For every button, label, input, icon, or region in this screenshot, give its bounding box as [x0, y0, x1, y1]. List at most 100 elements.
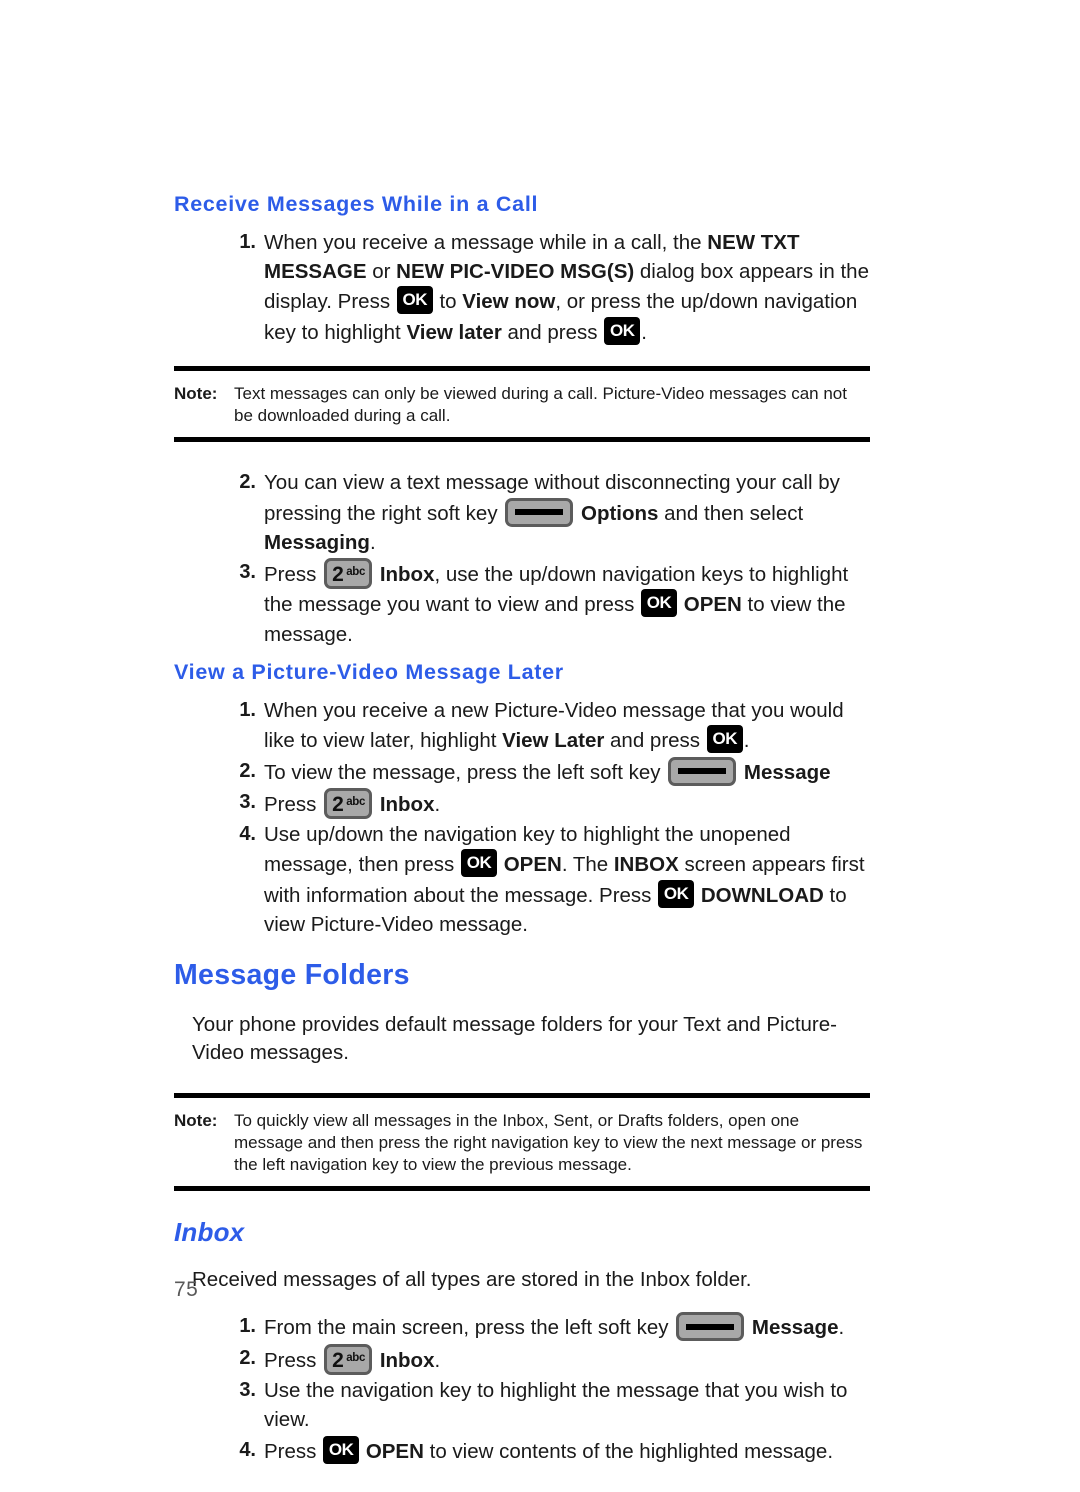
step-body: Press OK OPEN to view contents of the hi…: [264, 1435, 834, 1464]
step-body: To view the message, press the left soft…: [264, 756, 831, 786]
ok-key-label: OK: [609, 320, 635, 340]
ok-key-label: OK: [328, 1439, 354, 1459]
steps-receive-messages: 1. When you receive a message while in a …: [174, 228, 870, 347]
note-2: Note: To quickly view all messages in the…: [174, 1110, 870, 1176]
note-text: To quickly view all messages in the Inbo…: [234, 1110, 863, 1174]
ok-key-icon: OK: [323, 1435, 360, 1464]
section-heading-view-later: View a Picture-Video Message Later: [174, 660, 564, 685]
step-item: 3. Use the navigation key to highlight th…: [174, 1376, 870, 1435]
section-heading-inbox: Inbox: [174, 1217, 245, 1248]
note-block-1: Note: Text messages can only be viewed du…: [174, 371, 870, 437]
ok-key-icon: OK: [706, 725, 743, 754]
step-item: 3. Press 2 abc Inbox, use the up/down navi…: [174, 558, 870, 649]
step-number: 4.: [239, 1438, 256, 1461]
note-label: Note:: [174, 384, 218, 404]
step-text: and press: [501, 320, 604, 344]
step-text: Press: [264, 1439, 323, 1463]
step-text-emphasis: Message: [743, 760, 831, 784]
step-text-emphasis: INBOX: [613, 853, 679, 877]
soft-key-icon: [676, 1312, 745, 1342]
step-text: From the main screen, press the left sof…: [264, 1316, 675, 1340]
ok-key-icon: OK: [641, 589, 678, 618]
ok-key-icon: OK: [604, 316, 641, 345]
step-number: 1.: [239, 1315, 256, 1338]
step-number: 2.: [239, 1346, 256, 1369]
step-text-emphasis: View Later: [502, 729, 605, 753]
number-key-letters: abc: [346, 1351, 366, 1364]
step-text: Use the navigation key to highlight the …: [264, 1378, 848, 1432]
step-item: 4. Press OK OPEN to view contents of the …: [174, 1435, 870, 1466]
step-item: 4. Use up/down the navigation key to high…: [174, 820, 870, 939]
step-text: .: [743, 729, 750, 753]
step-body: When you receive a message while in a ca…: [264, 231, 869, 345]
step-number: 3.: [239, 1378, 256, 1401]
step-item: 2. Press 2 abc Inbox.: [174, 1343, 870, 1375]
number-key-digit: 2: [332, 792, 344, 816]
ok-key-label: OK: [466, 853, 492, 873]
ok-key-icon: OK: [658, 879, 695, 908]
soft-key-icon: [668, 756, 737, 786]
step-text-emphasis: OPEN: [683, 593, 742, 617]
page-number: 75: [174, 1278, 199, 1301]
soft-key-bar: [515, 509, 564, 516]
note-label: Note:: [174, 1110, 218, 1130]
section-heading-receive-messages: Receive Messages While in a Call: [174, 192, 539, 216]
step-text: .: [434, 792, 441, 816]
step-text-emphasis: Message: [751, 1316, 839, 1340]
paragraph-inbox: Received messages of all types are store…: [192, 1268, 752, 1292]
step-text: .: [434, 1348, 441, 1372]
step-number: 2.: [239, 759, 256, 782]
section-heading-message-folders: Message Folders: [174, 959, 410, 992]
step-text: Press: [264, 1348, 323, 1372]
step-text: to: [433, 290, 463, 314]
paragraph-message-folders: Your phone provides default message fold…: [192, 1012, 837, 1064]
soft-key-bar: [686, 1323, 735, 1330]
step-text: and then select: [658, 501, 804, 525]
step-body: From the main screen, press the left sof…: [264, 1312, 844, 1342]
step-item: 3. Press 2 abc Inbox.: [174, 787, 870, 819]
step-text-emphasis: OPEN: [503, 853, 562, 877]
ok-key-label: OK: [402, 290, 428, 310]
ok-key-icon: OK: [461, 849, 497, 878]
step-item: 2. You can view a text message without di…: [174, 468, 870, 557]
step-text: to view contents of the highlighted mess…: [423, 1439, 834, 1463]
steps-inbox: 1. From the main screen, press the left s…: [174, 1312, 870, 1466]
note-text: Text messages can only be viewed during …: [234, 384, 847, 426]
step-text: . The: [561, 853, 614, 877]
step-number: 1.: [239, 230, 256, 253]
number-key-digit: 2: [332, 563, 344, 587]
step-body: Use up/down the navigation key to highli…: [264, 823, 865, 936]
step-text-emphasis: NEW PIC-VIDEO MSG(S): [396, 260, 635, 284]
step-text: To view the message, press the left soft…: [264, 760, 667, 784]
step-item: 1. When you receive a new Picture-Video m…: [174, 696, 870, 756]
step-number: 2.: [239, 471, 256, 494]
step-body: Use the navigation key to highlight the …: [264, 1379, 847, 1431]
step-text-emphasis: Options: [581, 501, 659, 525]
note-block-2: Note: To quickly view all messages in the…: [174, 1098, 870, 1186]
step-item: 1. When you receive a message while in a …: [174, 228, 870, 347]
step-text-emphasis: View now: [462, 290, 556, 314]
step-number: 3.: [239, 790, 256, 813]
ok-key-icon: OK: [396, 286, 433, 315]
step-body: Press 2 abc Inbox, use the up/down naviga…: [264, 558, 848, 646]
soft-key-bar: [678, 768, 727, 775]
step-text: .: [641, 320, 647, 344]
step-text: .: [369, 530, 376, 554]
number-key-letters: abc: [346, 566, 366, 579]
step-body: When you receive a new Picture-Video mes…: [264, 699, 844, 754]
step-number: 3.: [239, 561, 256, 584]
ok-key-label: OK: [663, 883, 689, 903]
number-2-key-icon: 2 abc: [324, 1343, 373, 1375]
step-text-emphasis: Inbox: [379, 1348, 435, 1372]
soft-key-icon: [505, 497, 574, 527]
